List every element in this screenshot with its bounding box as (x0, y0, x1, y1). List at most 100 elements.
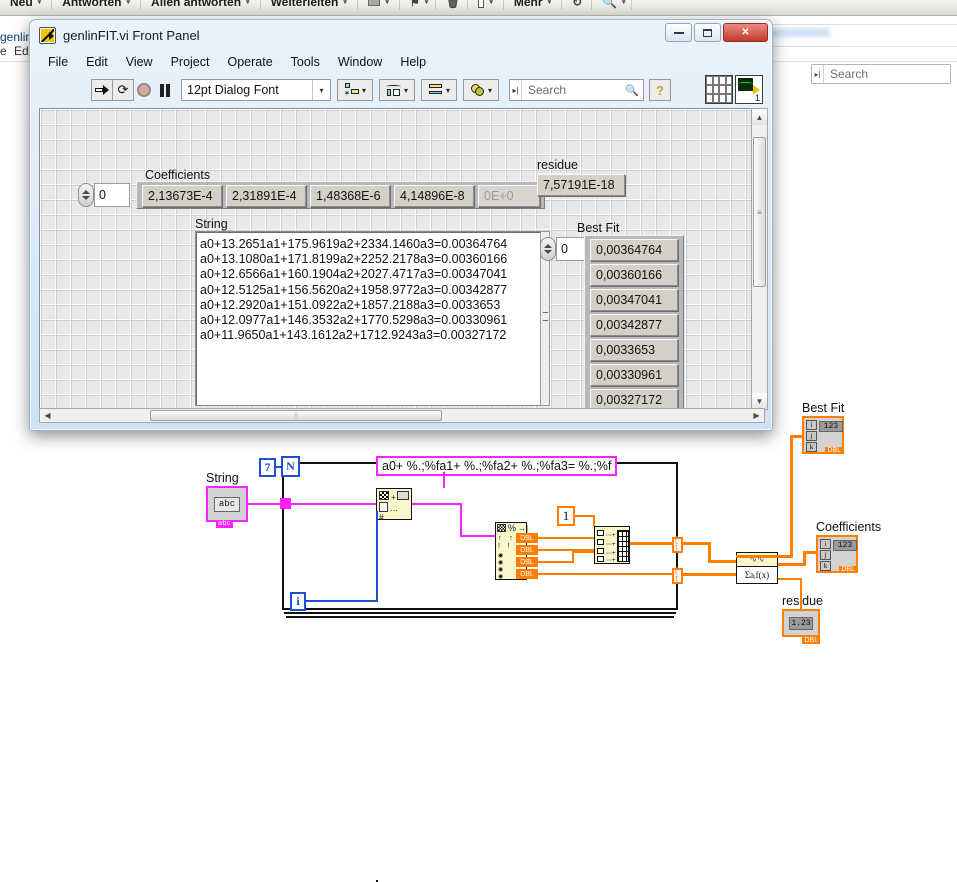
run-button[interactable] (91, 79, 113, 101)
format-string-constant[interactable]: a0+ %.;%fa1+ %.;%fa2+ %.;%fa3= %.;%f (376, 456, 618, 476)
bg-toolbar-more[interactable]: Mehr ▾ (504, 0, 563, 10)
string-line-1: a0+13.1080a1+171.8199a2+2252.2178a3=0.00… (200, 252, 508, 267)
font-selector[interactable]: 12pt Dialog Font ▾ (181, 79, 331, 101)
format-into-string-node[interactable]: + ⋯ # (376, 488, 412, 522)
loop-output-tunnel-1[interactable]: [ ] (672, 567, 683, 585)
coefficient-cell-3[interactable]: 4,14896E-8 (394, 185, 474, 207)
menu-help[interactable]: Help (391, 52, 435, 73)
best-fit-cell-2[interactable]: 0,00347041 (590, 289, 678, 311)
minimize-button[interactable] (665, 23, 692, 42)
coefficient-cell-0[interactable]: 2,13673E-4 (142, 185, 222, 207)
chevron-down-icon: ▾ (622, 0, 626, 6)
bg-toolbar-reply[interactable]: Antworten ▾ (52, 0, 142, 10)
menu-view[interactable]: View (117, 52, 162, 73)
wire-tunnel1-a (683, 573, 736, 576)
reorder-objects-button[interactable]: ▾ (463, 79, 499, 101)
abort-execution-button[interactable] (133, 79, 155, 101)
maximize-button[interactable] (694, 23, 721, 42)
coefficients-label: Coefficients (145, 168, 211, 182)
font-selector-value: 12pt Dialog Font (187, 83, 279, 97)
labview-front-panel-window[interactable]: genlinFIT.vi Front Panel ✕ File Edit Vie… (29, 19, 773, 431)
background-search-field[interactable]: ▸| Search (811, 64, 951, 84)
coefficient-cell-empty[interactable]: 0E+0 (478, 185, 540, 207)
scan-output-dbl-3: DBL (516, 569, 538, 579)
best-fit-index-spinner[interactable] (540, 237, 556, 261)
arrow-down-icon (82, 196, 90, 200)
loop-input-tunnel-string[interactable] (280, 498, 291, 509)
vi-icon[interactable]: 1 (735, 75, 763, 104)
menu-window[interactable]: Window (329, 52, 391, 73)
string-line-3: a0+12.5125a1+156.5620a2+1958.9772a3=0.00… (200, 282, 508, 297)
panel-vertical-scrollbar[interactable]: ▲ ≡ ▼ (751, 108, 768, 410)
coefficients-indicator-label: Coefficients (816, 520, 882, 534)
best-fit-cell-3[interactable]: 0,00342877 (590, 314, 678, 336)
vi-search-input[interactable]: ▸| Search 🔍 (509, 79, 644, 101)
menu-edit[interactable]: Edit (77, 52, 117, 73)
best-fit-cell-4[interactable]: 0,0033653 (590, 339, 678, 361)
for-loop-shadow-2 (286, 616, 674, 618)
residue-indicator-terminal[interactable]: 1.23 DBL (782, 609, 820, 644)
close-button[interactable]: ✕ (723, 23, 768, 42)
bg-toolbar-flag[interactable]: ⚑ ▾ (400, 0, 436, 10)
best-fit-indicator-terminal[interactable]: i j k 123 DBL (802, 416, 844, 454)
grip-icon: ▸| (812, 65, 824, 83)
distribute-objects-button[interactable]: ▾ (379, 79, 415, 101)
bg-toolbar-reply-all[interactable]: Allen antworten ▾ (141, 0, 261, 10)
bg-menu-file[interactable]: e (0, 44, 7, 58)
background-toolbar: Neu ▾ Antworten ▾ Allen antworten ▾ Weit… (0, 0, 957, 16)
bg-toolbar-archive[interactable]: ▾ (358, 0, 400, 10)
run-continuously-button[interactable]: ⟳ (112, 79, 134, 101)
menu-tools[interactable]: Tools (282, 52, 329, 73)
string-control-glyph: abc (214, 496, 240, 512)
coefficients-indicator-terminal[interactable]: i j k 123 DBL (816, 535, 858, 573)
distribute-objects-icon (385, 83, 402, 97)
resize-objects-button[interactable]: ▾ (421, 79, 457, 101)
context-help-button[interactable]: ? (649, 79, 671, 101)
bg-toolbar-search-tool[interactable]: 🔍 ▾ (592, 0, 633, 10)
scalar-glyph: 1.23 (789, 616, 813, 630)
align-objects-icon: ∗ (344, 83, 360, 97)
scrollbar-grip-icon (543, 312, 548, 321)
chevron-down-icon: ▾ (312, 80, 330, 100)
bg-toolbar-delete[interactable]: 🗑 (436, 0, 468, 10)
build-array-node[interactable]: ⋯+ ⋯+ ⋯+ ⋯+ (594, 526, 630, 564)
bg-toolbar-move[interactable]: ▾ (468, 0, 504, 10)
coefficients-index-spinner[interactable] (78, 183, 94, 207)
bg-toolbar-refresh[interactable]: ↻ (562, 0, 593, 10)
maximize-icon (703, 28, 712, 37)
coefficients-index-value[interactable]: 0 (94, 183, 130, 207)
vertical-scrollbar-thumb[interactable]: ≡ (753, 137, 766, 287)
magnifier-icon[interactable]: 🔍 (625, 84, 643, 97)
coefficient-cell-2[interactable]: 1,48368E-6 (310, 185, 390, 207)
connector-pane-icon[interactable] (705, 75, 733, 104)
best-fit-cell-0[interactable]: 0,00364764 (590, 239, 678, 261)
bg-menu-edit[interactable]: Ed (14, 44, 29, 58)
for-loop-shadow-1 (284, 612, 676, 614)
bg-toolbar-new[interactable]: Neu ▾ (0, 0, 53, 10)
bg-toolbar-new-label: Neu (10, 0, 33, 9)
scroll-up-button[interactable]: ▲ (752, 109, 767, 125)
chevron-down-icon: ▾ (547, 0, 552, 6)
bg-toolbar-more-label: Mehr (513, 0, 543, 9)
best-fit-cell-5[interactable]: 0,00330961 (590, 364, 678, 386)
string-indicator[interactable]: a0+13.2651a1+175.9619a2+2334.1460a3=0.00… (195, 231, 547, 406)
align-objects-button[interactable]: ∗ ▾ (337, 79, 373, 101)
menu-file[interactable]: File (39, 52, 77, 73)
menu-operate[interactable]: Operate (218, 52, 281, 73)
block-diagram[interactable]: 7 N String abc abc + ⋯ # a0+ %.;%fa1+ %.… (0, 390, 957, 882)
string-control-terminal[interactable]: abc abc (206, 486, 248, 528)
menu-project[interactable]: Project (162, 52, 219, 73)
loop-count-constant[interactable]: 7 (259, 458, 276, 477)
bg-toolbar-forward[interactable]: Weiterleiten ▾ (261, 0, 358, 10)
loop-output-tunnel-0[interactable]: [ ] (672, 536, 683, 554)
wire-const-1-h (575, 515, 595, 517)
wire-i-vertical (376, 511, 378, 602)
window-titlebar[interactable]: genlinFIT.vi Front Panel ✕ (30, 20, 772, 50)
build-array-icon: ⋯+ ⋯+ ⋯+ ⋯+ (595, 527, 629, 564)
front-panel-canvas[interactable]: Coefficients 0 2,13673E-4 2,31891E-4 1,4… (39, 108, 765, 410)
index-constant[interactable]: 1 (557, 506, 575, 526)
pause-button[interactable] (154, 79, 176, 101)
array-index-icon: i j k (820, 539, 831, 571)
best-fit-cell-1[interactable]: 0,00360166 (590, 264, 678, 286)
coefficient-cell-1[interactable]: 2,31891E-4 (226, 185, 306, 207)
